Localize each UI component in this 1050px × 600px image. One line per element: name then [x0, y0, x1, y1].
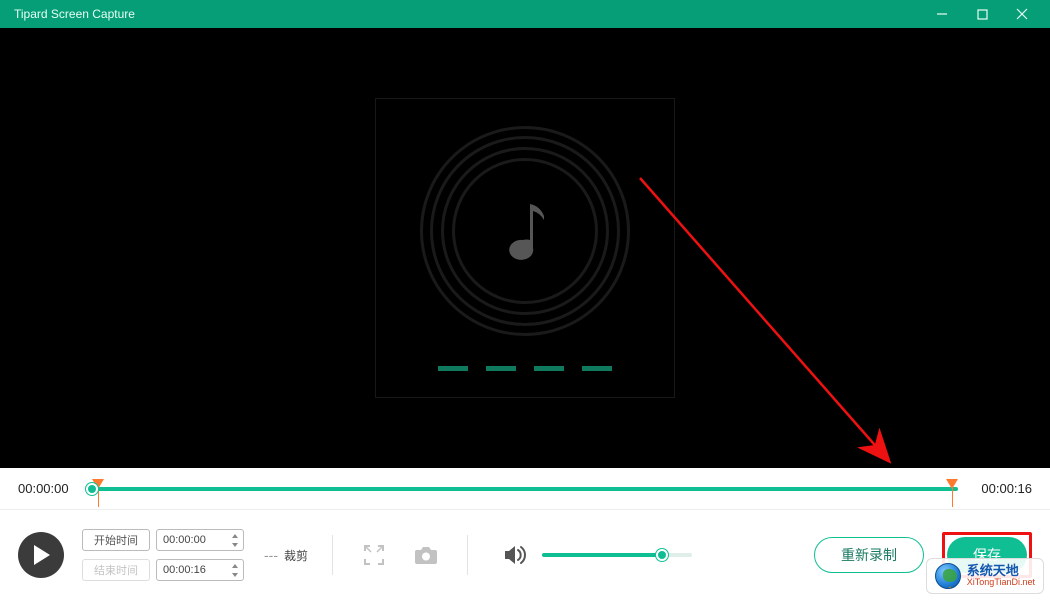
chevron-up-icon [232, 534, 238, 538]
play-button[interactable] [18, 532, 64, 578]
playhead[interactable] [86, 483, 98, 495]
end-time-stepper[interactable] [229, 562, 241, 578]
chevron-up-icon [232, 564, 238, 568]
minimize-button[interactable] [922, 0, 962, 28]
rerecord-button[interactable]: 重新录制 [814, 537, 924, 573]
audio-preview-placeholder [375, 98, 675, 398]
globe-icon [935, 563, 961, 589]
rerecord-label: 重新录制 [841, 545, 897, 565]
start-time-stepper[interactable] [229, 532, 241, 548]
separator [467, 535, 468, 575]
fullscreen-icon [363, 544, 385, 566]
close-button[interactable] [1002, 0, 1042, 28]
chevron-down-icon [232, 573, 238, 577]
watermark-url: XiTongTianDi.net [967, 578, 1035, 587]
timeline-track[interactable] [92, 479, 958, 499]
camera-icon [414, 545, 438, 565]
speaker-icon [503, 544, 527, 566]
music-note-icon [500, 196, 550, 266]
volume-slider[interactable] [542, 553, 692, 557]
maximize-icon [977, 9, 988, 20]
maximize-button[interactable] [962, 0, 1002, 28]
watermark-title: 系统天地 [967, 564, 1035, 578]
end-time-input[interactable]: 00:00:16 [156, 559, 244, 581]
close-icon [1016, 8, 1028, 20]
end-time-label: 结束时间 [82, 559, 150, 581]
start-time-value: 00:00:00 [163, 534, 206, 546]
titlebar: Tipard Screen Capture [0, 0, 1050, 28]
crop-label[interactable]: 裁剪 [284, 547, 308, 564]
separator [332, 535, 333, 575]
crop-cluster: --- 裁剪 [264, 547, 308, 564]
timeline: 00:00:00 00:00:16 [0, 468, 1050, 510]
fullscreen-button[interactable] [357, 538, 391, 572]
volume-button[interactable] [498, 538, 532, 572]
start-time-input[interactable]: 00:00:00 [156, 529, 244, 551]
start-time-label: 开始时间 [82, 529, 150, 551]
preview-area [0, 28, 1050, 468]
volume-knob[interactable] [656, 549, 668, 561]
source-watermark: 系统天地 XiTongTianDi.net [926, 558, 1044, 594]
app-title: Tipard Screen Capture [14, 7, 135, 21]
clip-end-marker[interactable] [946, 479, 958, 489]
end-time-value: 00:00:16 [163, 564, 206, 576]
current-time-label: 00:00:00 [18, 481, 80, 496]
controls-bar: 开始时间 00:00:00 结束时间 00:00:16 --- 裁剪 [0, 510, 1050, 600]
snapshot-button[interactable] [409, 538, 443, 572]
chevron-down-icon [232, 543, 238, 547]
trim-time-fields: 开始时间 00:00:00 结束时间 00:00:16 [82, 529, 244, 581]
record-disc-graphic [420, 126, 630, 336]
volume-control [498, 538, 692, 572]
play-icon [32, 545, 50, 565]
dash-separator: --- [264, 547, 278, 563]
duration-label: 00:00:16 [970, 481, 1032, 496]
equalizer-bars [438, 366, 612, 371]
minimize-icon [936, 8, 948, 20]
